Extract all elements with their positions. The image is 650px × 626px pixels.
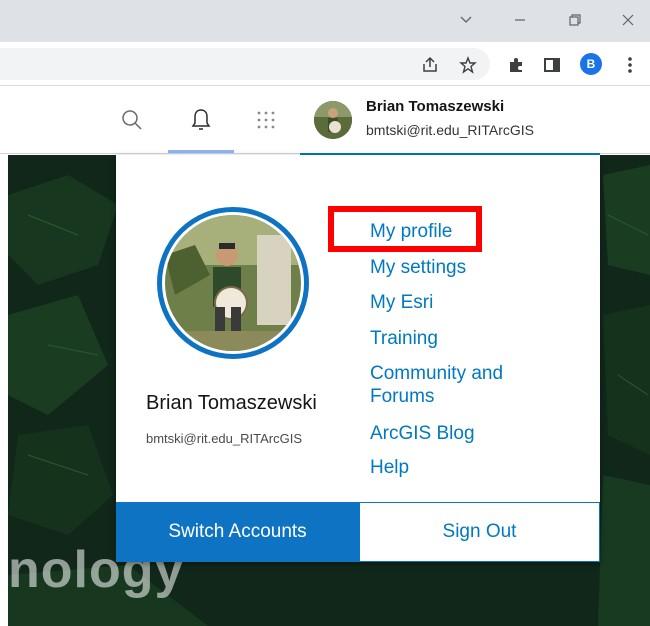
app-launcher-icon[interactable] xyxy=(250,104,282,136)
close-icon[interactable] xyxy=(614,8,642,32)
header-user-avatar[interactable] xyxy=(314,101,352,139)
highlight-annotation xyxy=(328,206,482,252)
menu-username: bmtski@rit.edu_RITArcGIS xyxy=(146,431,302,446)
my-esri-link[interactable]: My Esri xyxy=(370,291,433,314)
community-forums-link[interactable]: Community and Forums xyxy=(370,362,503,408)
address-bar[interactable] xyxy=(0,48,490,80)
share-icon[interactable] xyxy=(418,53,442,77)
menu-user-name: Brian Tomaszewski xyxy=(146,392,317,414)
community-forums-line-2: Forums xyxy=(370,386,435,407)
header-user-name[interactable]: Brian Tomaszewski xyxy=(366,98,504,115)
sign-out-button[interactable]: Sign Out xyxy=(359,502,600,562)
extensions-icon[interactable] xyxy=(504,53,528,77)
training-link[interactable]: Training xyxy=(370,327,438,350)
switch-accounts-button[interactable]: Switch Accounts xyxy=(116,502,359,562)
side-panel-icon[interactable] xyxy=(540,53,564,77)
community-forums-line-1: Community and xyxy=(370,363,504,384)
browser-menu-kebab-icon[interactable] xyxy=(618,53,642,77)
profile-photo xyxy=(157,207,309,359)
my-settings-link[interactable]: My settings xyxy=(370,256,466,279)
notifications-bell-icon[interactable] xyxy=(185,104,217,136)
header-username[interactable]: bmtski@rit.edu_RITArcGIS xyxy=(366,122,534,138)
help-link[interactable]: Help xyxy=(370,456,409,479)
minimize-icon[interactable] xyxy=(506,8,534,32)
bookmark-star-icon[interactable] xyxy=(456,53,480,77)
search-icon[interactable] xyxy=(116,104,148,136)
arcgis-blog-link[interactable]: ArcGIS Blog xyxy=(370,422,475,445)
active-tab-indicator xyxy=(168,150,234,153)
browser-title-bar xyxy=(0,0,650,42)
restore-icon[interactable] xyxy=(561,8,589,32)
tab-search-chevron-icon[interactable] xyxy=(452,8,480,32)
browser-profile-avatar[interactable]: B xyxy=(580,53,602,75)
